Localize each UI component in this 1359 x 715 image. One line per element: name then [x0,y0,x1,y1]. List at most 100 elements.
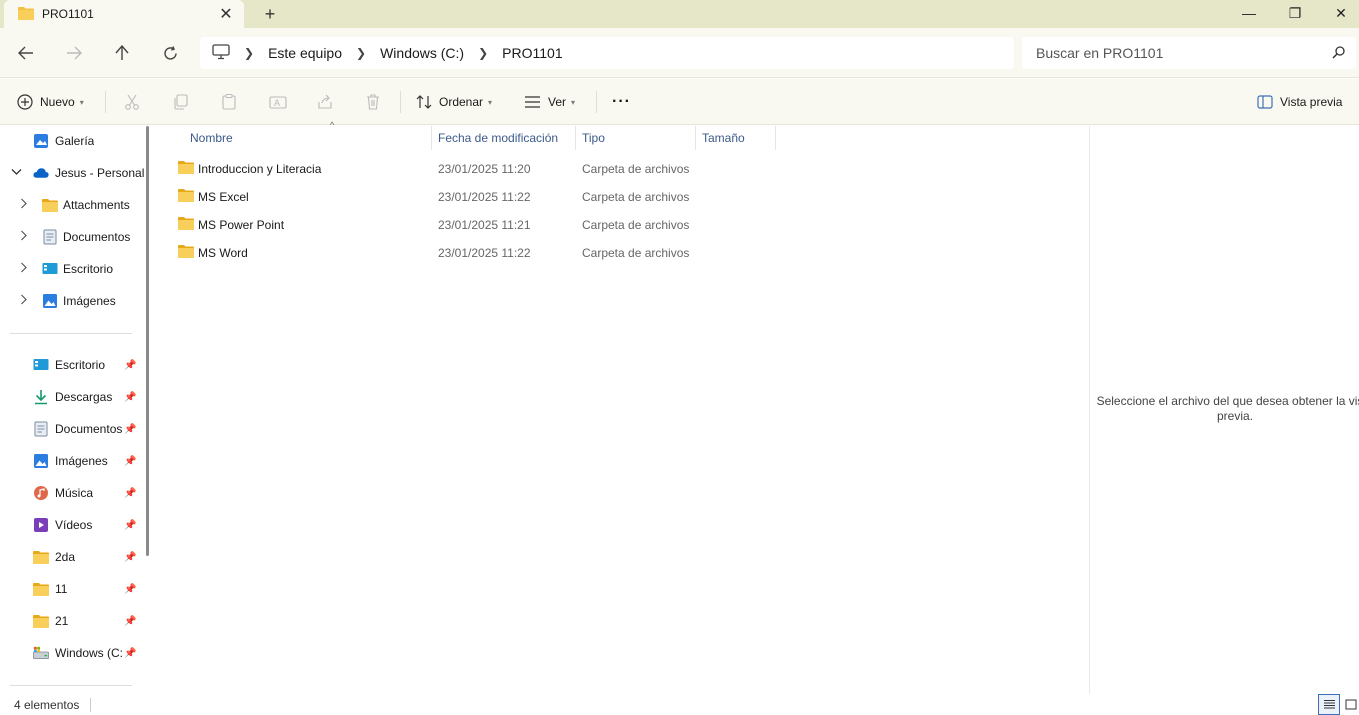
nav-item-escritorio[interactable]: Escritorio [0,255,145,283]
nav-item-windows-c[interactable]: Windows (C: 📌 [0,639,145,667]
preview-pane: Seleccione el archivo del que desea obte… [1089,126,1359,694]
column-header-size[interactable]: Tamaño [696,126,776,150]
more-options-button[interactable]: ··· [612,90,631,114]
pin-icon[interactable]: 📌 [124,520,136,531]
title-bar: PRO1101 ✕ + — ❐ ✕ [0,0,1359,28]
chevron-right-icon[interactable]: ❯ [356,46,366,60]
command-bar: Nuevo ▾ A Ordenar ▾ Ver ▾ ··· Vista prev… [0,79,1359,125]
nav-item-21[interactable]: 21 📌 [0,607,145,635]
file-row[interactable]: MS Word 23/01/2025 11:22 Carpeta de arch… [174,238,774,266]
nav-label: Escritorio [63,262,114,276]
sort-button[interactable]: Ordenar ▾ [416,90,492,114]
pin-icon[interactable]: 📌 [124,360,136,371]
file-row[interactable]: MS Power Point 23/01/2025 11:21 Carpeta … [174,210,774,238]
chevron-right-icon[interactable] [20,198,27,212]
nav-label: Vídeos [55,518,93,532]
nav-item-imagenes[interactable]: Imágenes [0,287,145,315]
documents-icon [42,229,58,245]
tab-pro1101[interactable]: PRO1101 ✕ [4,0,244,28]
sort-label: Ordenar [439,95,484,109]
nav-label: 21 [55,614,69,628]
nav-item-musica[interactable]: Música 📌 [0,479,145,507]
status-bar: 4 elementos [0,694,1359,715]
close-window-button[interactable]: ✕ [1318,0,1359,26]
nav-item-documentos[interactable]: Documentos [0,223,145,251]
preview-pane-button[interactable]: Vista previa [1257,90,1342,114]
folder-icon [33,549,49,565]
nav-item-galeria[interactable]: Galería [0,127,145,155]
pin-icon[interactable]: 📌 [124,616,136,627]
chevron-right-icon[interactable] [20,294,27,308]
view-button[interactable]: Ver ▾ [524,90,575,114]
cut-icon[interactable] [124,90,140,114]
nav-item-videos[interactable]: Vídeos 📌 [0,511,145,539]
new-button[interactable]: Nuevo ▾ [17,90,84,114]
column-header-name[interactable]: ^ Nombre [184,120,432,150]
crumb-pro1101[interactable]: PRO1101 [502,45,562,61]
navigation-pane: Galería Jesus - Personal Attachments Doc… [0,126,155,694]
nav-item-11[interactable]: 11 📌 [0,575,145,603]
restore-button[interactable]: ❐ [1272,0,1318,26]
forward-icon[interactable] [58,38,90,68]
nav-label: Attachments [63,198,130,212]
address-bar[interactable]: ❯ Este equipo ❯ Windows (C:) ❯ PRO1101 [200,37,1014,69]
pin-icon[interactable]: 📌 [124,392,136,403]
pin-icon[interactable]: 📌 [124,584,136,595]
chevron-right-icon[interactable] [20,230,27,244]
column-header-type[interactable]: Tipo [576,126,696,150]
pin-icon[interactable]: 📌 [124,488,136,499]
file-name: MS Excel [198,190,249,204]
folder-icon [33,613,49,629]
rename-icon[interactable]: A [269,90,287,114]
chevron-down-icon[interactable] [11,167,22,179]
search-input[interactable]: Buscar en PRO1101 [1022,37,1356,69]
chevron-right-icon[interactable]: ❯ [478,46,488,60]
up-icon[interactable] [106,38,138,68]
crumb-windows-c[interactable]: Windows (C:) [380,45,464,61]
item-count: 4 elementos [14,698,80,712]
minimize-button[interactable]: — [1226,0,1272,26]
documents-icon [33,421,49,437]
music-icon [33,485,49,501]
column-header-date[interactable]: Fecha de modificación [432,126,576,150]
pin-icon[interactable]: 📌 [124,552,136,563]
breadcrumb: ❯ Este equipo ❯ Windows (C:) ❯ PRO1101 [230,45,563,61]
download-icon [33,389,49,405]
back-icon[interactable] [10,38,42,68]
large-icons-view-icon[interactable] [1340,694,1359,715]
folder-icon [18,6,34,23]
file-name: MS Word [198,246,248,260]
chevron-down-icon: ▾ [571,97,576,107]
nav-label: 11 [55,582,68,596]
nav-item-documentos-pinned[interactable]: Documentos 📌 [0,415,145,443]
nav-item-descargas[interactable]: Descargas 📌 [0,383,145,411]
file-date: 23/01/2025 11:22 [438,246,531,260]
nav-label: Windows (C: [55,646,123,660]
file-name: MS Power Point [198,218,285,232]
file-row[interactable]: Introduccion y Literacia 23/01/2025 11:2… [174,154,774,182]
details-view-icon[interactable] [1318,694,1340,715]
nav-item-2da[interactable]: 2da 📌 [0,543,145,571]
refresh-icon[interactable] [154,38,186,68]
tab-close-icon[interactable]: ✕ [216,4,236,24]
file-row[interactable]: MS Excel 23/01/2025 11:22 Carpeta de arc… [174,182,774,210]
delete-icon[interactable] [365,90,381,114]
nav-item-onedrive[interactable]: Jesus - Personal [0,159,145,187]
share-icon[interactable] [317,90,333,114]
pin-icon[interactable]: 📌 [124,424,136,435]
nav-item-attachments[interactable]: Attachments [0,191,145,219]
paste-icon[interactable] [221,90,237,114]
nav-label: Escritorio [55,358,106,372]
nav-item-imagenes-pinned[interactable]: Imágenes 📌 [0,447,145,475]
pin-icon[interactable]: 📌 [124,456,136,467]
search-icon [1332,45,1346,62]
preview-message: Seleccione el archivo del que desea obte… [1096,394,1359,423]
crumb-este-equipo[interactable]: Este equipo [268,45,342,61]
copy-icon[interactable] [173,90,189,114]
folder-icon [33,581,49,597]
new-tab-button[interactable]: + [258,2,282,26]
nav-scrollbar[interactable] [146,126,149,556]
nav-item-escritorio-pinned[interactable]: Escritorio 📌 [0,351,145,379]
chevron-right-icon[interactable] [20,262,27,276]
pin-icon[interactable]: 📌 [124,648,136,659]
